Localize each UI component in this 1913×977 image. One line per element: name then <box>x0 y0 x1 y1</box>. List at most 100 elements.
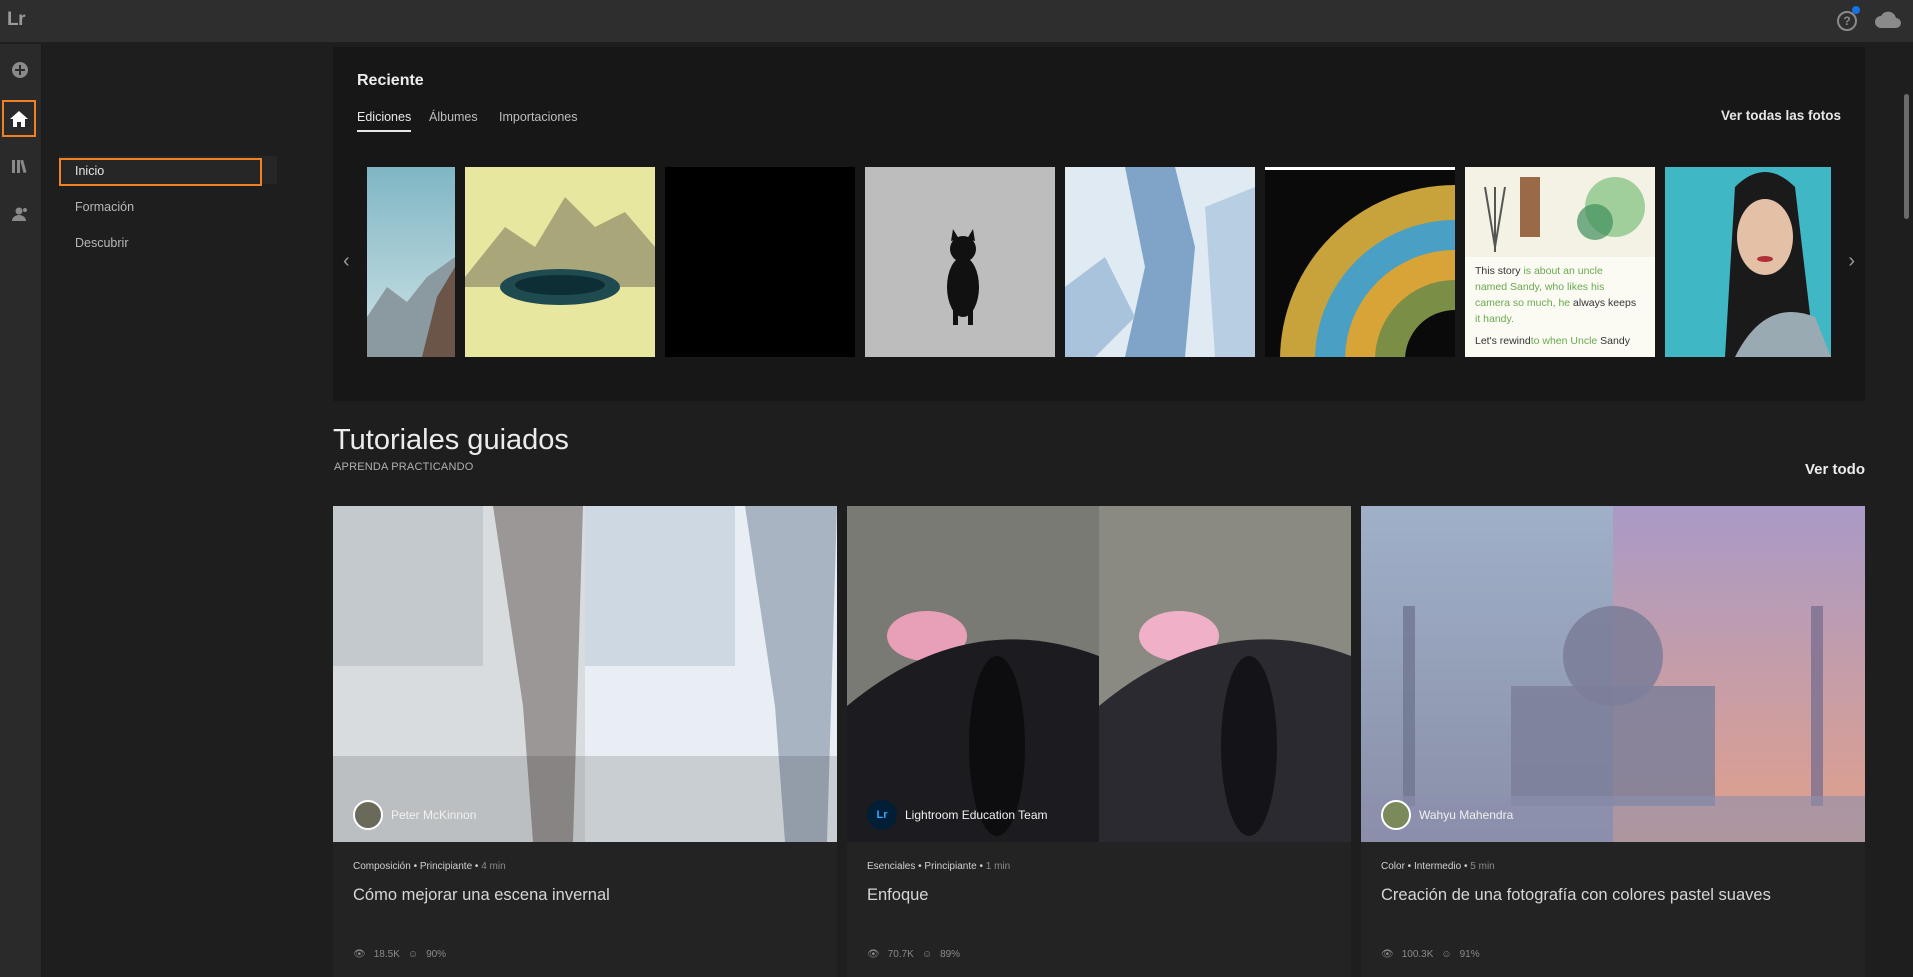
tutorial-preview <box>1361 506 1865 842</box>
views-icon: 👁 <box>353 949 366 960</box>
recent-title: Reciente <box>357 72 424 89</box>
tab-albumes[interactable]: Álbumes <box>429 110 478 124</box>
carousel-prev-icon[interactable]: ‹ <box>343 250 350 273</box>
plus-circle-icon <box>12 62 28 78</box>
cloud-sync-icon[interactable] <box>1873 10 1903 30</box>
black-cat-image <box>865 167 1055 357</box>
tutorial-meta: Color • Intermedio • 5 min <box>1381 861 1495 872</box>
photo-thumbnail[interactable]: This story is about an uncle named Sandy… <box>1465 167 1655 357</box>
portrait-image <box>1665 167 1831 357</box>
tutorial-author: Peter McKinnon <box>353 800 476 830</box>
rating-icon: ☺ <box>407 949 419 960</box>
taj-mahal-image <box>1361 506 1865 842</box>
main-scrollbar[interactable] <box>1897 44 1913 977</box>
yellow-mountain-image <box>465 167 655 357</box>
people-button[interactable] <box>4 198 36 230</box>
tab-ediciones[interactable]: Ediciones <box>357 110 412 132</box>
tutorials-title: Tutoriales guiados <box>333 424 569 456</box>
people-icon <box>12 207 27 221</box>
story-text-line: always keeps <box>1573 297 1637 309</box>
avatar <box>1381 800 1411 830</box>
notification-dot <box>1852 6 1860 14</box>
rating-value: 91% <box>1459 949 1480 960</box>
tutorial-duration: 1 min <box>985 861 1011 872</box>
rating-value: 89% <box>940 949 961 960</box>
photo-thumbnail[interactable] <box>465 167 655 357</box>
tutorial-author: Wahyu Mahendra <box>1381 800 1513 830</box>
rating-icon: ☺ <box>921 949 933 960</box>
add-photos-button[interactable] <box>4 54 36 86</box>
sidebar-item-inicio[interactable]: Inicio <box>59 158 262 186</box>
photo-thumbnail[interactable] <box>1265 167 1455 357</box>
glacier-image <box>1065 167 1255 357</box>
story-text-line: This story <box>1475 265 1524 277</box>
photo-thumbnail[interactable] <box>367 167 455 357</box>
photo-thumbnail[interactable] <box>1065 167 1255 357</box>
tutorial-duration: 4 min <box>481 861 506 872</box>
library-icon <box>12 159 27 174</box>
views-count: 100.3K <box>1401 949 1434 960</box>
story-text-line: Sandy <box>1600 335 1630 347</box>
tutorial-stats: 👁 18.5K ☺ 90% <box>353 949 446 960</box>
tutorial-author: Lr Lightroom Education Team <box>867 800 1048 830</box>
tutorial-category: Composición <box>353 861 411 872</box>
story-text-line: it handy. <box>1475 313 1514 325</box>
app-logo: Lr <box>7 9 26 30</box>
tutorial-card[interactable]: Peter McKinnon Composición • Principiant… <box>333 506 837 977</box>
views-count: 18.5K <box>373 949 400 960</box>
avatar <box>353 800 383 830</box>
tutorial-card[interactable]: Wahyu Mahendra Color • Intermedio • 5 mi… <box>1361 506 1865 977</box>
sidebar-item-descubrir[interactable]: Descubrir <box>59 230 259 258</box>
chameleon-tail-image <box>1265 170 1455 357</box>
recent-section: Reciente Ediciones Álbumes Importaciones… <box>333 47 1865 401</box>
tutorial-level: Intermedio <box>1413 861 1462 872</box>
tutorial-preview <box>847 506 1351 842</box>
tutorial-stats: 👁 100.3K ☺ 91% <box>1381 949 1480 960</box>
photo-thumbnail[interactable] <box>865 167 1055 357</box>
left-rail <box>0 44 42 977</box>
story-text-line: camera so much, he <box>1475 297 1574 309</box>
sidebar-item-formacion[interactable]: Formación <box>59 194 259 222</box>
tutorial-level: Principiante <box>924 861 977 872</box>
photo-thumbnail[interactable] <box>665 167 855 357</box>
tab-importaciones[interactable]: Importaciones <box>499 110 578 124</box>
see-all-tutorials-link[interactable]: Ver todo <box>1805 461 1865 478</box>
butterfly-image <box>847 506 1351 842</box>
avatar: Lr <box>867 800 897 830</box>
tutorial-duration: 5 min <box>1470 861 1495 872</box>
tutorial-meta: Esenciales • Principiante • 1 min <box>867 861 1011 872</box>
tutorial-title: Cómo mejorar una escena invernal <box>353 886 610 904</box>
top-bar: Lr ? <box>0 0 1913 43</box>
home-button[interactable] <box>2 100 36 137</box>
tutorial-meta: Composición • Principiante • 4 min <box>353 861 506 872</box>
story-text: This story is about an uncle named Sandy… <box>1475 263 1636 349</box>
mountain-sky-image <box>367 167 455 357</box>
story-text-line: Let's rewind <box>1475 335 1531 347</box>
winter-waterfall-image <box>333 506 837 842</box>
scrollbar-thumb[interactable] <box>1904 94 1909 219</box>
carousel-next-icon[interactable]: › <box>1848 250 1855 273</box>
story-text-line: named Sandy, who likes his <box>1475 281 1605 293</box>
story-text-line: an uncle <box>1563 265 1603 277</box>
photo-thumbnail[interactable] <box>1665 167 1831 357</box>
rating-value: 90% <box>426 949 447 960</box>
home-icon <box>10 110 28 127</box>
views-count: 70.7K <box>887 949 914 960</box>
author-name: Peter McKinnon <box>391 808 477 822</box>
author-name: Wahyu Mahendra <box>1419 808 1514 822</box>
views-icon: 👁 <box>1381 949 1394 960</box>
story-text-line: to when Uncle <box>1530 335 1601 347</box>
story-illustration <box>1465 167 1655 257</box>
help-icon[interactable]: ? <box>1837 11 1857 31</box>
home-sidebar: Inicio Formación Descubrir <box>42 44 277 977</box>
tutorial-card[interactable]: Lr Lightroom Education Team Esenciales •… <box>847 506 1351 977</box>
see-all-photos-link[interactable]: Ver todas las fotos <box>1721 108 1841 123</box>
story-text-line: is about <box>1523 265 1564 277</box>
author-name: Lightroom Education Team <box>905 808 1048 822</box>
tutorial-category: Esenciales <box>867 861 916 872</box>
tutorial-title: Creación de una fotografía con colores p… <box>1381 886 1771 904</box>
tutorial-level: Principiante <box>419 861 473 872</box>
tutorial-preview <box>333 506 837 842</box>
views-icon: 👁 <box>867 949 880 960</box>
library-button[interactable] <box>4 150 36 182</box>
